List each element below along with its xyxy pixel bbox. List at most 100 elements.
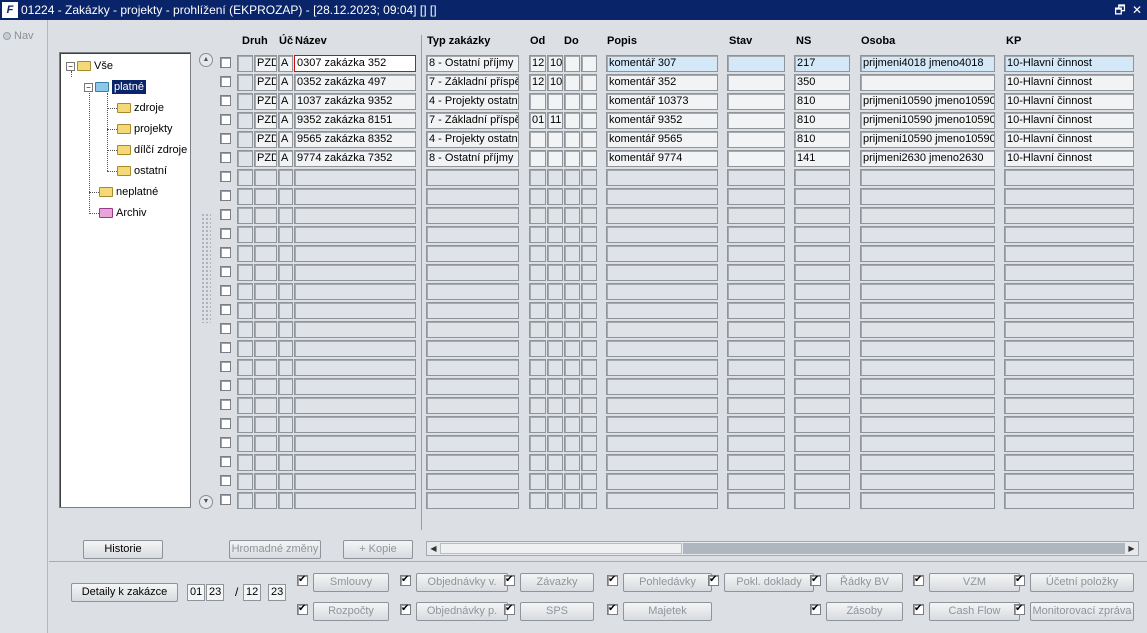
cell-do[interactable]: [547, 321, 563, 338]
row-checkbox[interactable]: [220, 323, 231, 334]
cell-uc[interactable]: [278, 473, 293, 490]
cell-do[interactable]: [547, 169, 563, 186]
cell-popis[interactable]: [606, 340, 718, 357]
cell-uc[interactable]: [278, 397, 293, 414]
cell-do[interactable]: [547, 302, 563, 319]
cell-ns[interactable]: 810: [794, 93, 850, 110]
cell-popis[interactable]: [606, 207, 718, 224]
details-button[interactable]: Detaily k zakázce: [71, 583, 178, 602]
cell-osoba[interactable]: [860, 302, 995, 319]
close-icon[interactable]: ✕: [1130, 3, 1144, 17]
collapse-icon[interactable]: −: [84, 82, 93, 92]
cell-druh[interactable]: [254, 283, 277, 300]
link-button[interactable]: Monitorovací zpráva: [1030, 602, 1134, 621]
link-checkbox[interactable]: [504, 574, 515, 586]
cell-do[interactable]: [547, 283, 563, 300]
cell-druh[interactable]: [254, 188, 277, 205]
cell-ns[interactable]: 141: [794, 150, 850, 167]
cell-x1[interactable]: [564, 454, 580, 471]
cell-typ[interactable]: [426, 473, 519, 490]
cell-do[interactable]: [547, 340, 563, 357]
link-button[interactable]: SPS: [520, 602, 594, 621]
cell-od[interactable]: [529, 340, 546, 357]
cell-kp[interactable]: 10-Hlavní činnost: [1004, 131, 1134, 148]
cell-ns[interactable]: [794, 169, 850, 186]
link-checkbox[interactable]: [297, 574, 308, 586]
cell-typ[interactable]: [426, 435, 519, 452]
cell-sel[interactable]: [237, 131, 253, 148]
cell-uc[interactable]: [278, 416, 293, 433]
cell-stav[interactable]: [727, 226, 785, 243]
cell-osoba[interactable]: [860, 283, 995, 300]
cell-druh[interactable]: PZD: [254, 93, 277, 110]
cell-druh[interactable]: PZD: [254, 112, 277, 129]
cell-nazev[interactable]: 0352 zakázka 497: [294, 74, 416, 91]
cell-uc[interactable]: A: [278, 131, 293, 148]
cell-stav[interactable]: [727, 264, 785, 281]
cell-osoba[interactable]: prijmeni2630 jmeno2630: [860, 150, 995, 167]
cell-sel[interactable]: [237, 74, 253, 91]
cell-typ[interactable]: [426, 188, 519, 205]
cell-druh[interactable]: [254, 435, 277, 452]
tree-item-all[interactable]: − Vše: [66, 60, 113, 72]
cell-druh[interactable]: [254, 340, 277, 357]
cell-typ[interactable]: [426, 492, 519, 509]
cell-do[interactable]: 10: [547, 74, 563, 91]
cell-do[interactable]: [547, 416, 563, 433]
cell-kp[interactable]: 10-Hlavní činnost: [1004, 93, 1134, 110]
restore-icon[interactable]: 🗗: [1113, 3, 1127, 17]
cell-x2[interactable]: [581, 397, 597, 414]
tree-item-zdroje[interactable]: zdroje: [117, 102, 164, 114]
link-checkbox[interactable]: [400, 574, 411, 586]
cell-od[interactable]: [529, 226, 546, 243]
cell-popis[interactable]: [606, 245, 718, 262]
cell-uc[interactable]: A: [278, 150, 293, 167]
cell-x2[interactable]: [581, 359, 597, 376]
cell-sel[interactable]: [237, 435, 253, 452]
cell-od[interactable]: [529, 397, 546, 414]
cell-do[interactable]: [547, 454, 563, 471]
cell-x2[interactable]: [581, 492, 597, 509]
cell-od[interactable]: 12: [529, 55, 546, 72]
cell-typ[interactable]: [426, 169, 519, 186]
cell-od[interactable]: [529, 416, 546, 433]
cell-osoba[interactable]: [860, 207, 995, 224]
cell-stav[interactable]: [727, 454, 785, 471]
cell-stav[interactable]: [727, 55, 785, 72]
cell-ns[interactable]: [794, 207, 850, 224]
cell-typ[interactable]: 4 - Projekty ostatní: [426, 93, 519, 110]
cell-ns[interactable]: [794, 359, 850, 376]
cell-uc[interactable]: [278, 378, 293, 395]
cell-druh[interactable]: [254, 226, 277, 243]
row-checkbox[interactable]: [220, 285, 231, 296]
link-button[interactable]: Zásoby: [826, 602, 903, 621]
cell-kp[interactable]: [1004, 302, 1134, 319]
cell-x1[interactable]: [564, 283, 580, 300]
col-header-osoba[interactable]: Osoba: [861, 35, 895, 47]
cell-osoba[interactable]: prijmeni10590 jmeno10590: [860, 131, 995, 148]
cell-nazev[interactable]: [294, 340, 416, 357]
cell-x1[interactable]: [564, 435, 580, 452]
cell-uc[interactable]: [278, 302, 293, 319]
cell-sel[interactable]: [237, 207, 253, 224]
cell-stav[interactable]: [727, 207, 785, 224]
cell-ns[interactable]: [794, 226, 850, 243]
cell-uc[interactable]: A: [278, 55, 293, 72]
link-checkbox[interactable]: [297, 603, 308, 615]
cell-uc[interactable]: A: [278, 93, 293, 110]
cell-typ[interactable]: [426, 397, 519, 414]
cell-od[interactable]: [529, 131, 546, 148]
cell-od[interactable]: [529, 359, 546, 376]
cell-sel[interactable]: [237, 454, 253, 471]
cell-od[interactable]: [529, 264, 546, 281]
scroll-left-icon[interactable]: ◀: [427, 542, 440, 555]
cell-od[interactable]: [529, 492, 546, 509]
cell-uc[interactable]: [278, 226, 293, 243]
cell-popis[interactable]: [606, 226, 718, 243]
cell-kp[interactable]: [1004, 207, 1134, 224]
cell-nazev[interactable]: [294, 188, 416, 205]
cell-x2[interactable]: [581, 473, 597, 490]
cell-od[interactable]: [529, 302, 546, 319]
cell-druh[interactable]: PZD: [254, 55, 277, 72]
cell-stav[interactable]: [727, 321, 785, 338]
